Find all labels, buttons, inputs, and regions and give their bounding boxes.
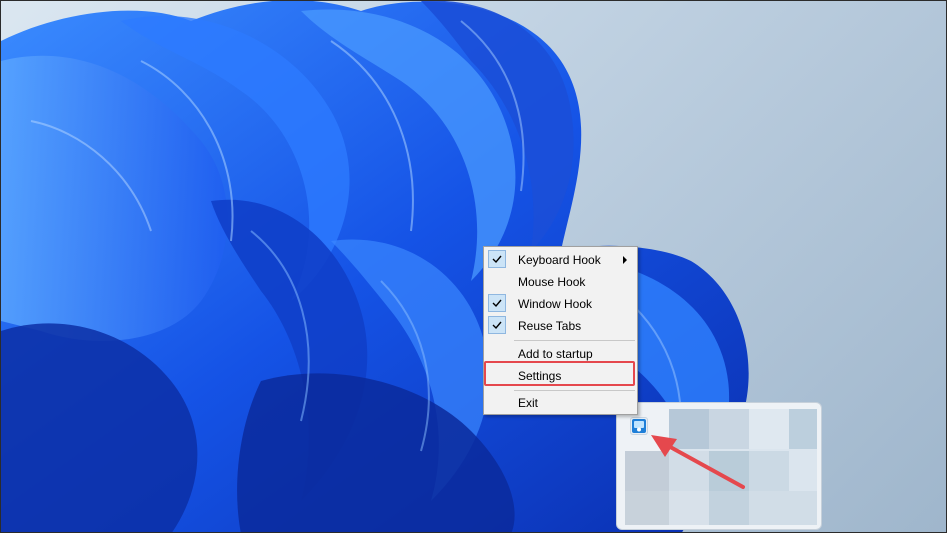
- settings-highlight-box: [484, 361, 635, 386]
- checkmark-icon: [488, 316, 506, 334]
- checkmark-icon: [488, 294, 506, 312]
- desktop: Keyboard Hook Mouse Hook Window Hook Reu…: [0, 0, 947, 533]
- menu-item-label: Window Hook: [518, 297, 593, 311]
- menu-separator: [514, 390, 635, 391]
- menu-item-label: Exit: [518, 396, 539, 410]
- menu-item-reuse-tabs[interactable]: Reuse Tabs: [486, 315, 635, 337]
- submenu-arrow-icon: [623, 256, 627, 264]
- menu-item-exit[interactable]: Exit: [486, 392, 635, 414]
- checkmark-icon: [488, 250, 506, 268]
- menu-item-keyboard-hook[interactable]: Keyboard Hook: [486, 249, 635, 271]
- menu-item-label: Keyboard Hook: [518, 253, 601, 267]
- tray-context-menu: Keyboard Hook Mouse Hook Window Hook Reu…: [483, 246, 638, 415]
- menu-item-label: Reuse Tabs: [518, 319, 582, 333]
- menu-item-window-hook[interactable]: Window Hook: [486, 293, 635, 315]
- menu-item-label: Add to startup: [518, 347, 593, 361]
- menu-item-label: Mouse Hook: [518, 275, 586, 289]
- annotation-arrow: [651, 435, 745, 489]
- menu-separator: [514, 340, 635, 341]
- blurred-preview-tile: [789, 409, 817, 449]
- menu-item-mouse-hook[interactable]: Mouse Hook: [486, 271, 635, 293]
